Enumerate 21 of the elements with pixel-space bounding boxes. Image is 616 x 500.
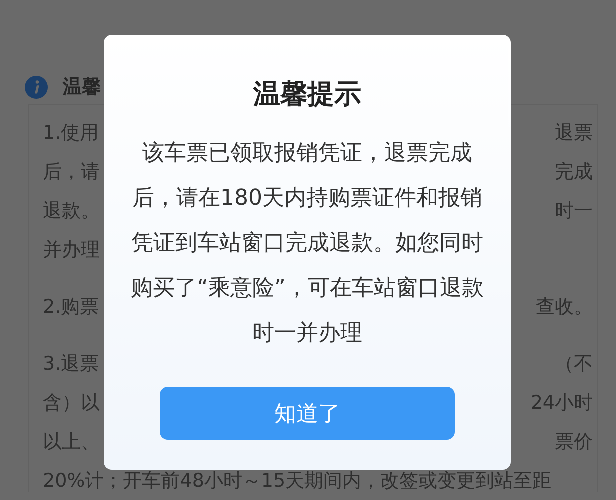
notice-text: 时一 [555, 198, 593, 224]
notice-text: 20%计；开车前48小时～15天期间内，改签或变更到站至距 [43, 468, 552, 492]
section-title: 温馨 [63, 75, 101, 100]
dialog-message: 该车票已领取报销凭证，退票完成后，请在180天内持购票证件和报销凭证到车站窗口完成退款。如您同时购买了“乘意险”，可在车站窗口退款时一并办理 [130, 140, 485, 348]
notice-text: 后，请 [43, 160, 100, 184]
notice-text: 并办理 [43, 238, 100, 262]
notice-text: 1.使用 [43, 120, 100, 146]
notice-text: 2.购票 [43, 294, 100, 320]
notice-text: 退款。 [43, 198, 100, 224]
notice-text: 查收。 [536, 294, 593, 320]
ok-button[interactable]: 知道了 [160, 387, 455, 440]
dialog-title: 温馨提示 [254, 78, 362, 112]
notice-text: 含）以 [43, 390, 100, 416]
info-icon [25, 76, 48, 98]
notice-text: 24小时 [530, 390, 593, 416]
notice-text: 3.退票 [43, 352, 100, 376]
notice-text: 票价 [555, 430, 593, 454]
notice-text: （不 [555, 352, 593, 376]
notice-text: 退票 [555, 120, 593, 146]
notice-text: 以上、 [43, 430, 100, 454]
notice-text: 完成 [555, 160, 593, 184]
